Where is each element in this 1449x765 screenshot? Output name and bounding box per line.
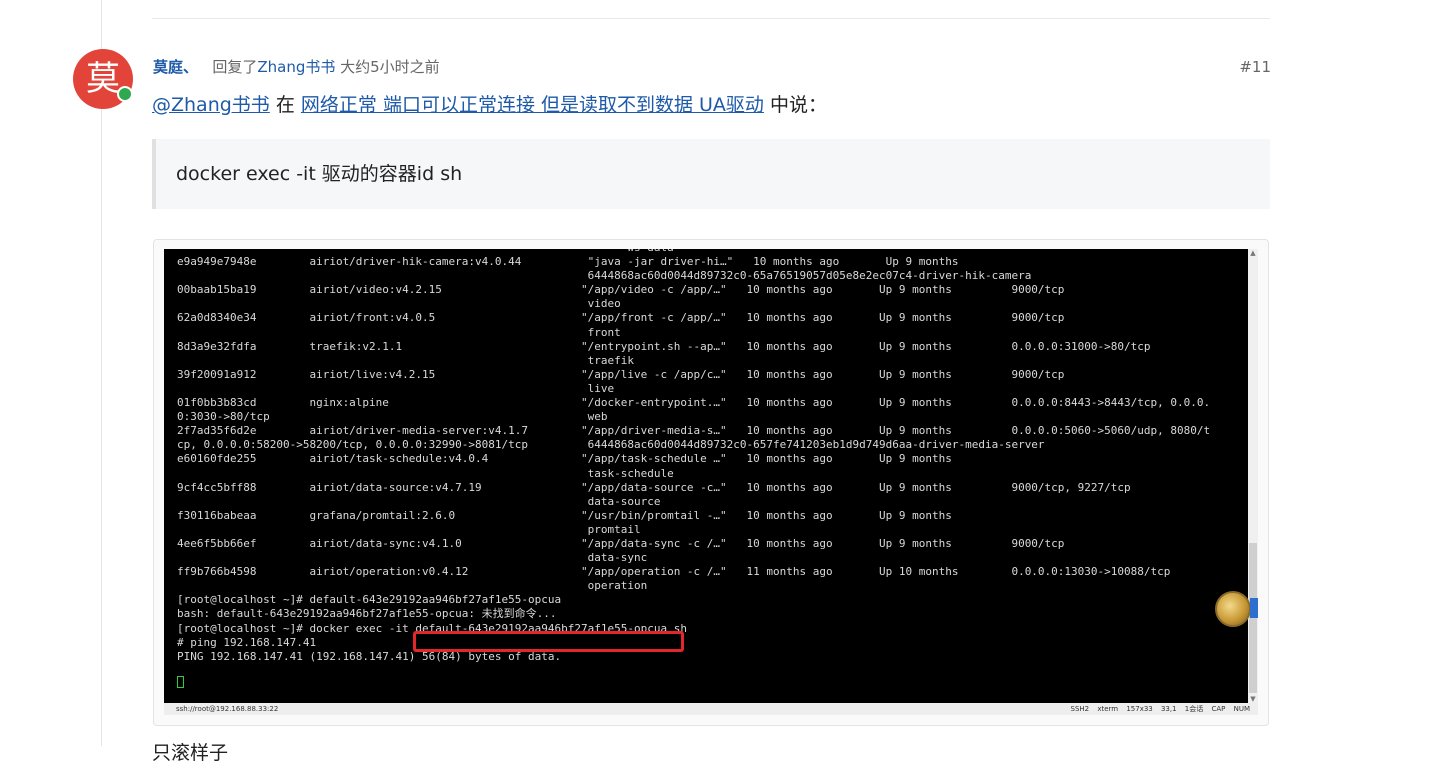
said-word: 中说： xyxy=(763,94,827,116)
highlight-box xyxy=(413,631,684,652)
quote-header: @Zhang书书 在 网络正常 端口可以正常连接 但是读取不到数据 UA驱动 中… xyxy=(152,92,827,118)
post-time[interactable]: 大约5小时之前 xyxy=(340,58,440,76)
post-number[interactable]: #11 xyxy=(1239,57,1271,77)
terminal-output: ws-data e9a949e7948e airiot/driver-hik-c… xyxy=(177,249,1211,663)
status-path: ssh://root@192.168.88.33:22 xyxy=(176,705,279,713)
floating-tab[interactable] xyxy=(1250,598,1258,618)
in-word: 在 xyxy=(269,94,301,116)
thread-line xyxy=(101,0,102,746)
scroll-down-icon[interactable]: ▼ xyxy=(1248,695,1258,703)
replied-to-link[interactable]: Zhang书书 xyxy=(257,58,335,76)
terminal-cursor xyxy=(177,676,184,688)
terminal-screenshot[interactable]: ws-data e9a949e7948e airiot/driver-hik-c… xyxy=(164,249,1258,715)
reply-text: 只滚样子 xyxy=(152,742,229,764)
replied-label: 回复了 xyxy=(212,58,258,76)
author-name[interactable]: 莫庭、 xyxy=(153,58,198,76)
scrollbar-thumb[interactable] xyxy=(1249,543,1257,693)
blockquote: docker exec -it 驱动的容器id sh xyxy=(152,139,1270,209)
terminal-scrollbar[interactable]: ▲ ▼ xyxy=(1248,249,1258,703)
mention-link[interactable]: @Zhang书书 xyxy=(152,94,270,116)
topic-link[interactable]: 网络正常 端口可以正常连接 但是读取不到数据 UA驱动 xyxy=(301,94,764,116)
post-meta: 莫庭、 回复了Zhang书书 大约5小时之前 xyxy=(153,57,440,77)
terminal-statusbar: ssh://root@192.168.88.33:22 SSH2 xterm 1… xyxy=(164,703,1258,715)
online-status-icon xyxy=(117,86,133,102)
floating-assistant-icon[interactable] xyxy=(1215,591,1251,627)
blockquote-text: docker exec -it 驱动的容器id sh xyxy=(176,163,463,185)
status-info: SSH2 xterm 157x33 33,1 1会话 CAP NUM xyxy=(1070,705,1250,713)
post-divider xyxy=(152,18,1270,19)
scroll-up-icon[interactable]: ▲ xyxy=(1248,249,1258,257)
